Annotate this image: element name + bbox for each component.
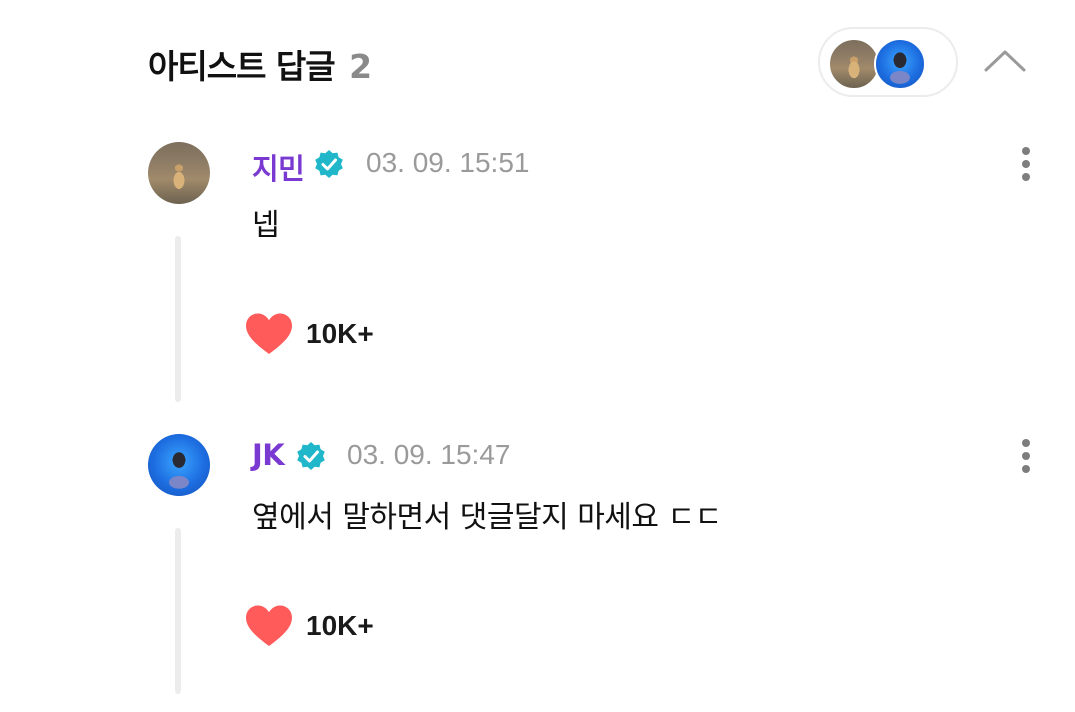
author-name[interactable]: JK xyxy=(252,438,285,472)
reply-count: 2 xyxy=(349,47,372,86)
thread-line xyxy=(175,236,181,402)
comment-timestamp: 03. 09. 15:51 xyxy=(366,147,530,178)
heart-icon xyxy=(246,313,292,354)
avatar-jk-small xyxy=(874,38,926,90)
collapse-button[interactable] xyxy=(980,40,1030,80)
artist-avatars-pill[interactable] xyxy=(818,27,958,97)
like-button[interactable] xyxy=(244,604,294,648)
more-options-button[interactable] xyxy=(1016,436,1036,476)
comment-timestamp: 03. 09. 15:47 xyxy=(347,439,511,470)
like-count: 10K+ xyxy=(306,610,374,641)
section-title: 아티스트 답글 2 xyxy=(148,40,372,88)
verified-badge-icon xyxy=(297,442,325,470)
avatar-jk[interactable] xyxy=(148,434,210,496)
heart-icon xyxy=(246,605,292,646)
more-options-button[interactable] xyxy=(1016,144,1036,184)
comment-text: 넵 xyxy=(252,208,280,243)
thread-line xyxy=(175,528,181,694)
avatar-jimin-small xyxy=(828,38,880,90)
chevron-up-icon xyxy=(984,50,1026,72)
verified-badge-icon xyxy=(315,150,343,178)
section-title-label: 아티스트 답글 xyxy=(148,47,336,86)
comment-text: 옆에서 말하면서 댓글달지 마세요 ㄷㄷ xyxy=(252,500,722,535)
avatar-jimin[interactable] xyxy=(148,142,210,204)
artist-replies-panel: 아티스트 답글 2 지민 03. 09. 15:51 넵 10K+ JK 03.… xyxy=(0,0,1075,712)
author-name[interactable]: 지민 xyxy=(252,146,305,188)
like-count: 10K+ xyxy=(306,318,374,349)
like-button[interactable] xyxy=(244,312,294,356)
